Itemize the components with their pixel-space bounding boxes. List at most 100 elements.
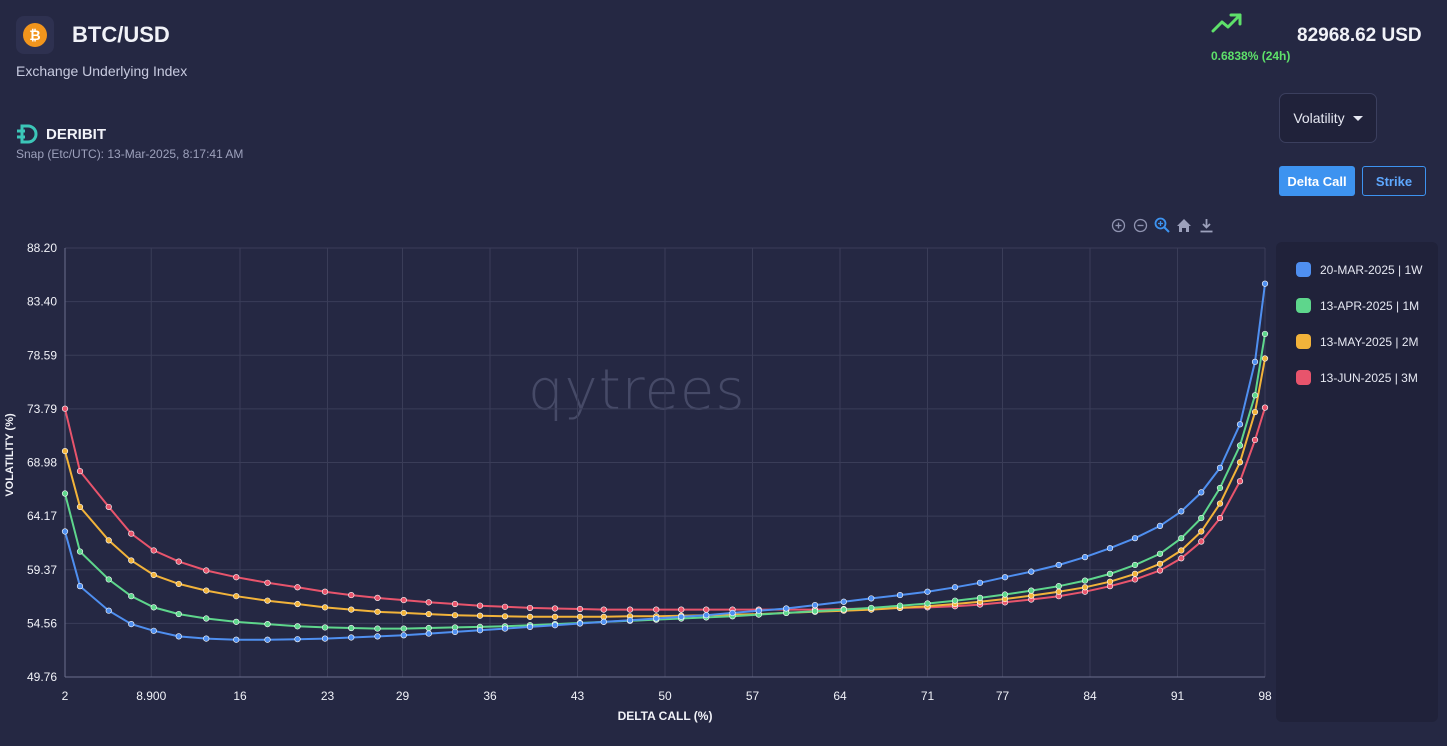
legend-swatch	[1296, 334, 1311, 349]
x-tick-label: 23	[321, 689, 335, 703]
data-point	[1081, 554, 1089, 561]
legend-item[interactable]: 13-JUN-2025 | 3M	[1296, 370, 1418, 385]
data-point	[1106, 545, 1114, 552]
data-point	[400, 625, 407, 632]
data-point	[551, 613, 559, 620]
data-point	[105, 503, 112, 511]
data-point	[476, 612, 484, 619]
data-point	[374, 625, 381, 632]
metric-dropdown[interactable]: Volatility	[1279, 93, 1377, 143]
data-point	[1251, 436, 1259, 444]
data-point	[896, 602, 904, 609]
data-point	[61, 448, 69, 455]
data-point	[1236, 459, 1244, 466]
y-tick-label: 68.98	[27, 456, 57, 470]
data-point	[476, 602, 484, 609]
data-point	[653, 615, 660, 622]
data-point	[526, 623, 534, 630]
data-point	[1001, 591, 1009, 598]
legend-panel: 20-MAR-2025 | 1W 13-APR-2025 | 1M 13-MAY-2…	[1276, 242, 1438, 722]
data-point	[626, 606, 634, 613]
data-point	[61, 405, 69, 412]
x-tick-label: 64	[833, 689, 847, 703]
x-tick-label: 43	[571, 689, 585, 703]
data-point	[1001, 574, 1009, 581]
data-point	[924, 588, 931, 595]
legend-item[interactable]: 13-APR-2025 | 1M	[1296, 298, 1419, 313]
exchange-name: DERIBIT	[46, 126, 106, 143]
data-point	[348, 606, 355, 613]
data-point	[1131, 570, 1139, 577]
data-point	[703, 606, 710, 613]
data-point	[203, 587, 210, 594]
data-point	[1198, 528, 1205, 535]
y-tick-label: 73.79	[27, 402, 57, 416]
data-point	[1028, 568, 1035, 575]
data-point	[924, 600, 931, 607]
data-point	[1106, 570, 1114, 577]
data-point	[233, 618, 240, 625]
data-point	[811, 608, 819, 615]
y-axis-title: VOLATILITY (%)	[4, 413, 16, 497]
data-point	[105, 576, 112, 583]
data-point	[374, 633, 381, 640]
data-point	[451, 628, 459, 636]
data-point	[321, 635, 329, 642]
x-tick-label: 16	[233, 689, 247, 703]
data-point	[1156, 567, 1164, 574]
y-tick-label: 59.37	[27, 563, 57, 577]
data-point	[105, 607, 112, 614]
data-point	[653, 606, 660, 613]
y-tick-label: 78.59	[27, 348, 57, 362]
data-point	[703, 612, 710, 619]
x-axis-title: DELTA CALL (%)	[617, 709, 713, 723]
legend-item[interactable]: 20-MAR-2025 | 1W	[1296, 262, 1423, 277]
data-point	[150, 571, 157, 579]
data-point	[951, 584, 959, 591]
data-point	[264, 636, 271, 643]
data-point	[294, 636, 301, 643]
data-point	[840, 606, 847, 613]
bitcoin-icon: ₿	[23, 23, 47, 47]
data-point	[1261, 355, 1269, 362]
data-point	[128, 593, 135, 600]
data-point	[203, 635, 210, 642]
data-point	[1251, 408, 1259, 416]
x-tick-label: 57	[746, 689, 760, 703]
data-point	[348, 591, 355, 599]
delta-call-button[interactable]: Delta Call	[1279, 166, 1355, 196]
legend-swatch	[1296, 298, 1311, 313]
data-point	[526, 613, 534, 620]
legend-label: 13-APR-2025 | 1M	[1320, 298, 1420, 313]
data-point	[150, 547, 157, 554]
metric-dropdown-label: Volatility	[1293, 110, 1345, 126]
snapshot-time: Snap (Etc/UTC): 13-Mar-2025, 8:17:41 AM	[16, 147, 244, 161]
data-point	[321, 604, 329, 611]
data-point	[1198, 514, 1205, 522]
legend-swatch	[1296, 370, 1311, 385]
data-point	[400, 609, 407, 617]
data-point	[348, 624, 355, 632]
data-point	[1198, 489, 1205, 496]
data-point	[501, 613, 509, 620]
data-point	[976, 594, 984, 601]
data-point	[128, 557, 135, 564]
data-point	[1081, 584, 1089, 591]
data-point	[128, 530, 135, 537]
data-point	[678, 606, 685, 613]
data-point	[76, 548, 84, 555]
data-point	[1178, 535, 1185, 542]
data-point	[951, 597, 959, 604]
data-point	[374, 608, 381, 615]
data-point	[1178, 555, 1185, 562]
data-point	[175, 633, 182, 640]
data-point	[1216, 484, 1224, 492]
data-point	[476, 627, 484, 634]
x-tick-label: 50	[658, 689, 672, 703]
strike-button[interactable]: Strike	[1362, 166, 1426, 196]
price-change: 0.6838% (24h)	[1211, 49, 1291, 63]
data-point	[1216, 500, 1224, 507]
data-point	[1198, 538, 1205, 545]
legend-item[interactable]: 13-MAY-2025 | 2M	[1296, 334, 1419, 349]
data-point	[76, 583, 84, 590]
